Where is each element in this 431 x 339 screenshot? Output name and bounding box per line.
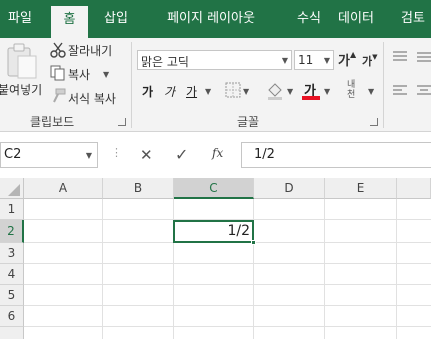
column-header-e[interactable]: E: [325, 178, 397, 199]
gridline: [24, 305, 431, 306]
gridline: [24, 326, 431, 327]
cancel-icon[interactable]: ✕: [140, 146, 153, 164]
row-header-7[interactable]: [0, 327, 24, 339]
border-icon[interactable]: [225, 82, 241, 98]
format-painter-label[interactable]: 서식 복사: [68, 90, 116, 107]
column-header-a[interactable]: A: [24, 178, 103, 199]
formula-value: 1/2: [254, 147, 275, 162]
decrease-arrow-icon: ▼: [372, 53, 378, 61]
italic-button[interactable]: 가: [164, 83, 175, 100]
name-box[interactable]: C2 ▼: [0, 142, 98, 168]
formula-input[interactable]: 1/2: [241, 142, 431, 168]
font-color-dropdown-icon[interactable]: ▼: [324, 87, 330, 96]
gridline: [24, 263, 431, 264]
tab-home[interactable]: 홈: [51, 6, 88, 38]
increase-font-button[interactable]: 가▲: [338, 50, 356, 69]
align-left-icon[interactable]: [392, 84, 408, 98]
column-header-c[interactable]: C: [174, 178, 254, 199]
gridline: [24, 284, 431, 285]
font-group-label: 글꼴: [237, 115, 260, 129]
ribbon: 붙여넣기 잘라내기 복사 ▼ 서식 복사 클립보드 맑은 고딕 ▼ 11 ▼ 가…: [0, 38, 431, 132]
clipboard-launcher-icon[interactable]: [118, 118, 126, 126]
paste-label[interactable]: 붙여넣기: [0, 81, 42, 98]
row-header-5[interactable]: 5: [0, 285, 24, 306]
font-launcher-icon[interactable]: [370, 118, 378, 126]
name-box-value: C2: [4, 147, 22, 162]
align-top-icon[interactable]: [392, 50, 408, 64]
align-middle-icon[interactable]: [416, 50, 431, 64]
spreadsheet-grid: A B C D E 1 2 3 4 5 6 1/2: [0, 178, 431, 339]
tab-page-layout[interactable]: 페이지 레이아웃: [146, 0, 276, 38]
copy-dropdown-icon[interactable]: ▼: [103, 70, 109, 79]
column-header-b[interactable]: B: [103, 178, 174, 199]
insert-function-icon[interactable]: fx: [212, 146, 223, 160]
row-header-6[interactable]: 6: [0, 306, 24, 327]
tab-data[interactable]: 데이터: [316, 0, 396, 38]
font-size-dropdown[interactable]: 11 ▼: [294, 50, 334, 70]
fill-color-dropdown-icon[interactable]: ▼: [287, 87, 293, 96]
font-size-chevron-icon: ▼: [323, 56, 330, 65]
formula-bar: C2 ▼ ⋮ ✕ ✓ fx 1/2: [0, 132, 431, 178]
align-center-icon[interactable]: [416, 84, 431, 98]
increase-arrow-icon: ▲: [349, 50, 357, 59]
underline-button[interactable]: 가: [186, 83, 197, 100]
clipboard-group-label: 클립보드: [30, 115, 75, 129]
phonetic-dropdown-icon[interactable]: ▼: [368, 87, 374, 96]
column-header-d[interactable]: D: [254, 178, 325, 199]
select-all-corner[interactable]: [0, 178, 24, 199]
copy-icon[interactable]: [50, 65, 66, 81]
format-painter-icon[interactable]: [50, 88, 66, 104]
tab-review[interactable]: 검토: [395, 0, 431, 38]
font-name-value: 맑은 고딕: [141, 55, 189, 69]
phonetic-button[interactable]: 내천: [347, 80, 363, 100]
gridline: [102, 199, 103, 339]
border-dropdown-icon[interactable]: ▼: [243, 87, 249, 96]
group-separator: [131, 42, 132, 128]
row-header-4[interactable]: 4: [0, 264, 24, 285]
tab-file[interactable]: 파일: [0, 0, 40, 38]
font-name-dropdown[interactable]: 맑은 고딕 ▼: [137, 50, 292, 70]
gridline: [324, 199, 325, 339]
active-cell-c2[interactable]: 1/2: [173, 220, 254, 243]
font-name-chevron-icon: ▼: [281, 56, 288, 65]
bold-button[interactable]: 가: [142, 83, 153, 100]
formula-bar-grip-icon[interactable]: ⋮: [111, 146, 122, 159]
scissors-icon[interactable]: [50, 42, 66, 58]
tab-insert[interactable]: 삽입: [93, 0, 139, 38]
fill-handle[interactable]: [251, 240, 256, 245]
font-size-value: 11: [298, 53, 314, 67]
column-header-f[interactable]: [397, 178, 431, 199]
row-header-3[interactable]: 3: [0, 243, 24, 264]
enter-icon[interactable]: ✓: [175, 145, 188, 164]
gridline: [396, 199, 397, 339]
row-header-2[interactable]: 2: [0, 220, 24, 243]
font-color-swatch: [302, 96, 320, 100]
group-separator: [383, 42, 384, 128]
row-header-1[interactable]: 1: [0, 199, 24, 220]
paste-icon[interactable]: [4, 42, 40, 80]
fill-color-icon[interactable]: [266, 82, 284, 100]
underline-dropdown-icon[interactable]: ▼: [205, 87, 211, 96]
name-box-chevron-icon[interactable]: ▼: [86, 151, 92, 160]
ribbon-tab-bar: 파일 홈 삽입 페이지 레이아웃 수식 데이터 검토: [0, 0, 431, 38]
copy-label[interactable]: 복사: [68, 66, 90, 83]
decrease-font-button[interactable]: 가▼: [362, 53, 378, 69]
cut-label[interactable]: 잘라내기: [68, 42, 112, 59]
